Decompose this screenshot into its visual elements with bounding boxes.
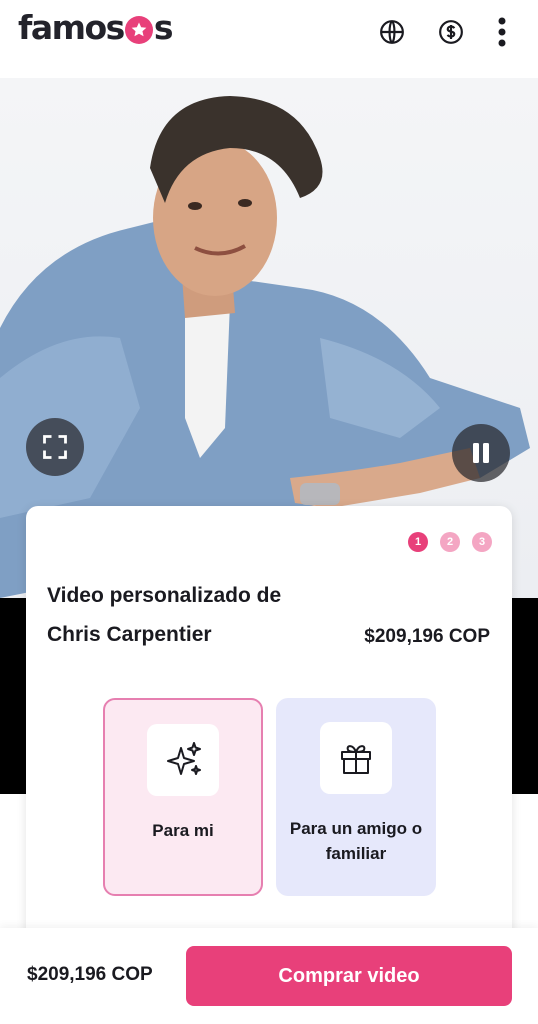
product-title: Video personalizado de Chris Carpentier — [47, 584, 282, 646]
pause-icon — [473, 443, 489, 463]
option-for-me[interactable]: Para mi — [103, 698, 263, 896]
product-price: $209,196 COP — [364, 626, 490, 647]
pause-button[interactable] — [452, 424, 510, 482]
gift-icon — [341, 745, 371, 774]
buy-video-button[interactable]: Comprar video — [186, 946, 512, 1006]
option-icon-box — [320, 722, 392, 794]
option-label: Para mi — [152, 821, 214, 840]
fullscreen-icon — [43, 435, 67, 459]
globe-icon[interactable] — [378, 18, 406, 46]
currency-icon[interactable] — [437, 18, 465, 46]
more-vertical-icon[interactable] — [488, 17, 516, 47]
checkout-price: $209,196 COP — [27, 964, 153, 985]
option-icon-box — [147, 724, 219, 796]
option-for-friend[interactable]: Para un amigo o familiar — [276, 698, 436, 896]
logo-text-end: s — [153, 8, 174, 47]
fullscreen-button[interactable] — [26, 418, 84, 476]
app-header: famos s — [0, 0, 538, 66]
sparkles-icon — [167, 742, 201, 775]
logo-text-part: famos — [18, 8, 125, 47]
product-card: 1 2 3 Video personalizado de Chris Carpe… — [26, 506, 512, 946]
logo-star-icon — [124, 15, 153, 44]
famosos-logo[interactable]: famos s — [18, 8, 174, 47]
step-3: 3 — [472, 532, 492, 552]
checkout-bar: $209,196 COP Comprar video — [0, 928, 538, 1024]
step-2: 2 — [440, 532, 460, 552]
option-label: Para un amigo o familiar — [289, 819, 423, 863]
step-indicator: 1 2 3 — [408, 532, 492, 552]
step-1: 1 — [408, 532, 428, 552]
